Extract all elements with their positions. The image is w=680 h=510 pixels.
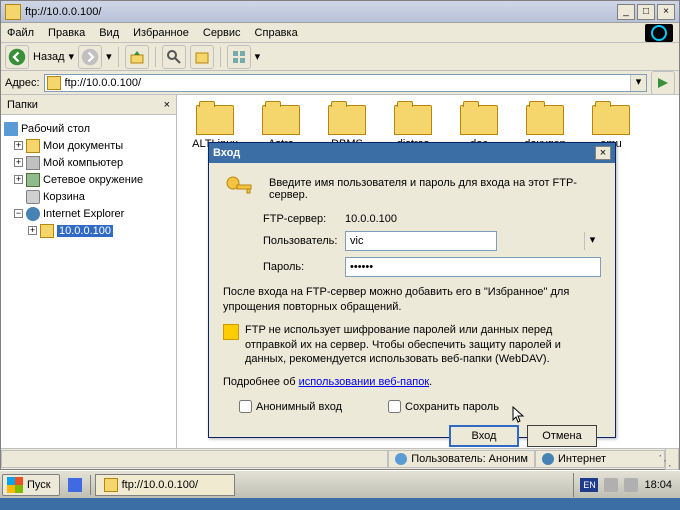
dialog-close-button[interactable]: × — [595, 146, 611, 160]
nav-back-dropdown[interactable]: ▾ — [69, 50, 75, 63]
language-indicator[interactable]: EN — [580, 478, 598, 492]
window-icon — [5, 4, 21, 20]
collapse-icon[interactable]: − — [14, 209, 23, 218]
windows-flag-icon — [7, 477, 23, 493]
folders-sidebar: Папки × Рабочий стол +Мои документы +Мой… — [1, 95, 177, 448]
menu-edit[interactable]: Правка — [48, 27, 85, 39]
toolbar: Назад ▾ ▾ ▾ — [1, 43, 679, 71]
search-button[interactable] — [162, 45, 186, 69]
expand-icon[interactable]: + — [28, 226, 37, 235]
folder-icon — [262, 105, 300, 135]
tree-network[interactable]: +Сетевое окружение — [4, 171, 173, 188]
views-button[interactable] — [227, 45, 251, 69]
views-dropdown[interactable]: ▾ — [255, 50, 261, 63]
close-button[interactable]: × — [657, 4, 675, 20]
menu-file[interactable]: Файл — [7, 27, 34, 39]
menu-favorites[interactable]: Избранное — [133, 27, 189, 39]
menubar: Файл Правка Вид Избранное Сервис Справка — [1, 23, 679, 43]
user-label: Пользователь: — [263, 235, 339, 247]
cursor-icon — [512, 406, 526, 424]
sidebar-title: Папки — [7, 99, 38, 111]
login-dialog: Вход × Введите имя пользователя и пароль… — [208, 142, 616, 438]
address-input[interactable] — [44, 74, 647, 92]
expand-icon[interactable]: + — [14, 141, 23, 150]
dialog-note3b: . — [429, 376, 432, 388]
folder-icon — [394, 105, 432, 135]
folder-icon — [460, 105, 498, 135]
window-title: ftp://10.0.0.100/ — [25, 6, 617, 18]
cancel-button[interactable]: Отмена — [527, 425, 597, 447]
expand-icon[interactable]: + — [14, 175, 23, 184]
address-folder-icon — [47, 76, 61, 90]
folders-button[interactable] — [190, 45, 214, 69]
ie-icon — [26, 207, 40, 221]
nav-back-button[interactable] — [5, 45, 29, 69]
anonymous-checkbox[interactable]: Анонимный вход — [239, 400, 342, 413]
server-label: FTP-сервер: — [263, 213, 339, 225]
nav-forward-button[interactable] — [78, 45, 102, 69]
dialog-titlebar[interactable]: Вход × — [209, 143, 615, 163]
server-value: 10.0.0.100 — [345, 213, 397, 225]
nav-back-label: Назад — [33, 51, 65, 63]
tree-mydocs[interactable]: +Мои документы — [4, 137, 173, 154]
folder-icon — [196, 105, 234, 135]
folder-tree: Рабочий стол +Мои документы +Мой компьют… — [1, 115, 176, 448]
up-button[interactable] — [125, 45, 149, 69]
desktop-icon — [4, 122, 18, 136]
ftp-icon — [40, 224, 54, 238]
save-password-checkbox[interactable]: Сохранить пароль — [388, 400, 499, 413]
menu-tools[interactable]: Сервис — [203, 27, 241, 39]
dialog-title: Вход — [213, 147, 240, 159]
clock[interactable]: 18:04 — [644, 479, 672, 491]
start-button[interactable]: Пуск — [2, 474, 60, 496]
quicklaunch-item[interactable] — [64, 474, 86, 496]
password-label: Пароль: — [263, 261, 339, 273]
tree-desktop[interactable]: Рабочий стол — [4, 120, 173, 137]
maximize-button[interactable]: □ — [637, 4, 655, 20]
addressbar: Адрес: ▾ — [1, 71, 679, 95]
save-icon — [68, 478, 82, 492]
folder-icon — [592, 105, 630, 135]
nav-forward-dropdown[interactable]: ▾ — [106, 50, 112, 63]
trash-icon — [26, 190, 40, 204]
user-dropdown[interactable]: ▾ — [584, 232, 600, 250]
tree-ftp-host[interactable]: +10.0.0.100 — [4, 222, 173, 239]
menu-help[interactable]: Справка — [255, 27, 298, 39]
password-input[interactable] — [345, 257, 601, 277]
titlebar[interactable]: ftp://10.0.0.100/ _ □ × — [1, 1, 679, 23]
warning-icon — [223, 324, 239, 340]
go-button[interactable] — [651, 71, 675, 95]
user-input[interactable] — [345, 231, 497, 251]
tree-mycomputer[interactable]: +Мой компьютер — [4, 154, 173, 171]
dialog-note1: После входа на FTP-сервер можно добавить… — [223, 285, 601, 315]
network-icon — [26, 173, 40, 187]
computer-icon — [26, 156, 40, 170]
resize-grip[interactable] — [665, 448, 679, 470]
folder-icon — [104, 478, 118, 492]
minimize-button[interactable]: _ — [617, 4, 635, 20]
menu-view[interactable]: Вид — [99, 27, 119, 39]
tray-icon[interactable] — [604, 478, 618, 492]
folder-icon — [526, 105, 564, 135]
expand-icon[interactable]: + — [14, 158, 23, 167]
volume-icon[interactable] — [624, 478, 638, 492]
webfolders-link[interactable]: использовании веб-папок — [299, 376, 430, 388]
sidebar-close-button[interactable]: × — [164, 99, 170, 111]
tree-trash[interactable]: Корзина — [4, 188, 173, 205]
login-button[interactable]: Вход — [449, 425, 519, 447]
keys-icon — [223, 173, 255, 205]
address-dropdown[interactable]: ▾ — [630, 75, 646, 91]
system-tray: EN 18:04 — [573, 473, 678, 497]
taskbar: Пуск ftp://10.0.0.100/ EN 18:04 — [0, 470, 680, 498]
ie-logo-icon — [645, 24, 673, 42]
tree-ie[interactable]: −Internet Explorer — [4, 205, 173, 222]
taskbar-task[interactable]: ftp://10.0.0.100/ — [95, 474, 235, 496]
dialog-intro: Введите имя пользователя и пароль для вх… — [269, 177, 601, 201]
address-label: Адрес: — [5, 77, 40, 89]
dialog-note3a: Подробнее об — [223, 376, 299, 388]
folder-icon — [328, 105, 366, 135]
folder-icon — [26, 139, 40, 153]
sidebar-header: Папки × — [1, 95, 176, 115]
dialog-note2: FTP не использует шифрование паролей или… — [245, 323, 601, 368]
